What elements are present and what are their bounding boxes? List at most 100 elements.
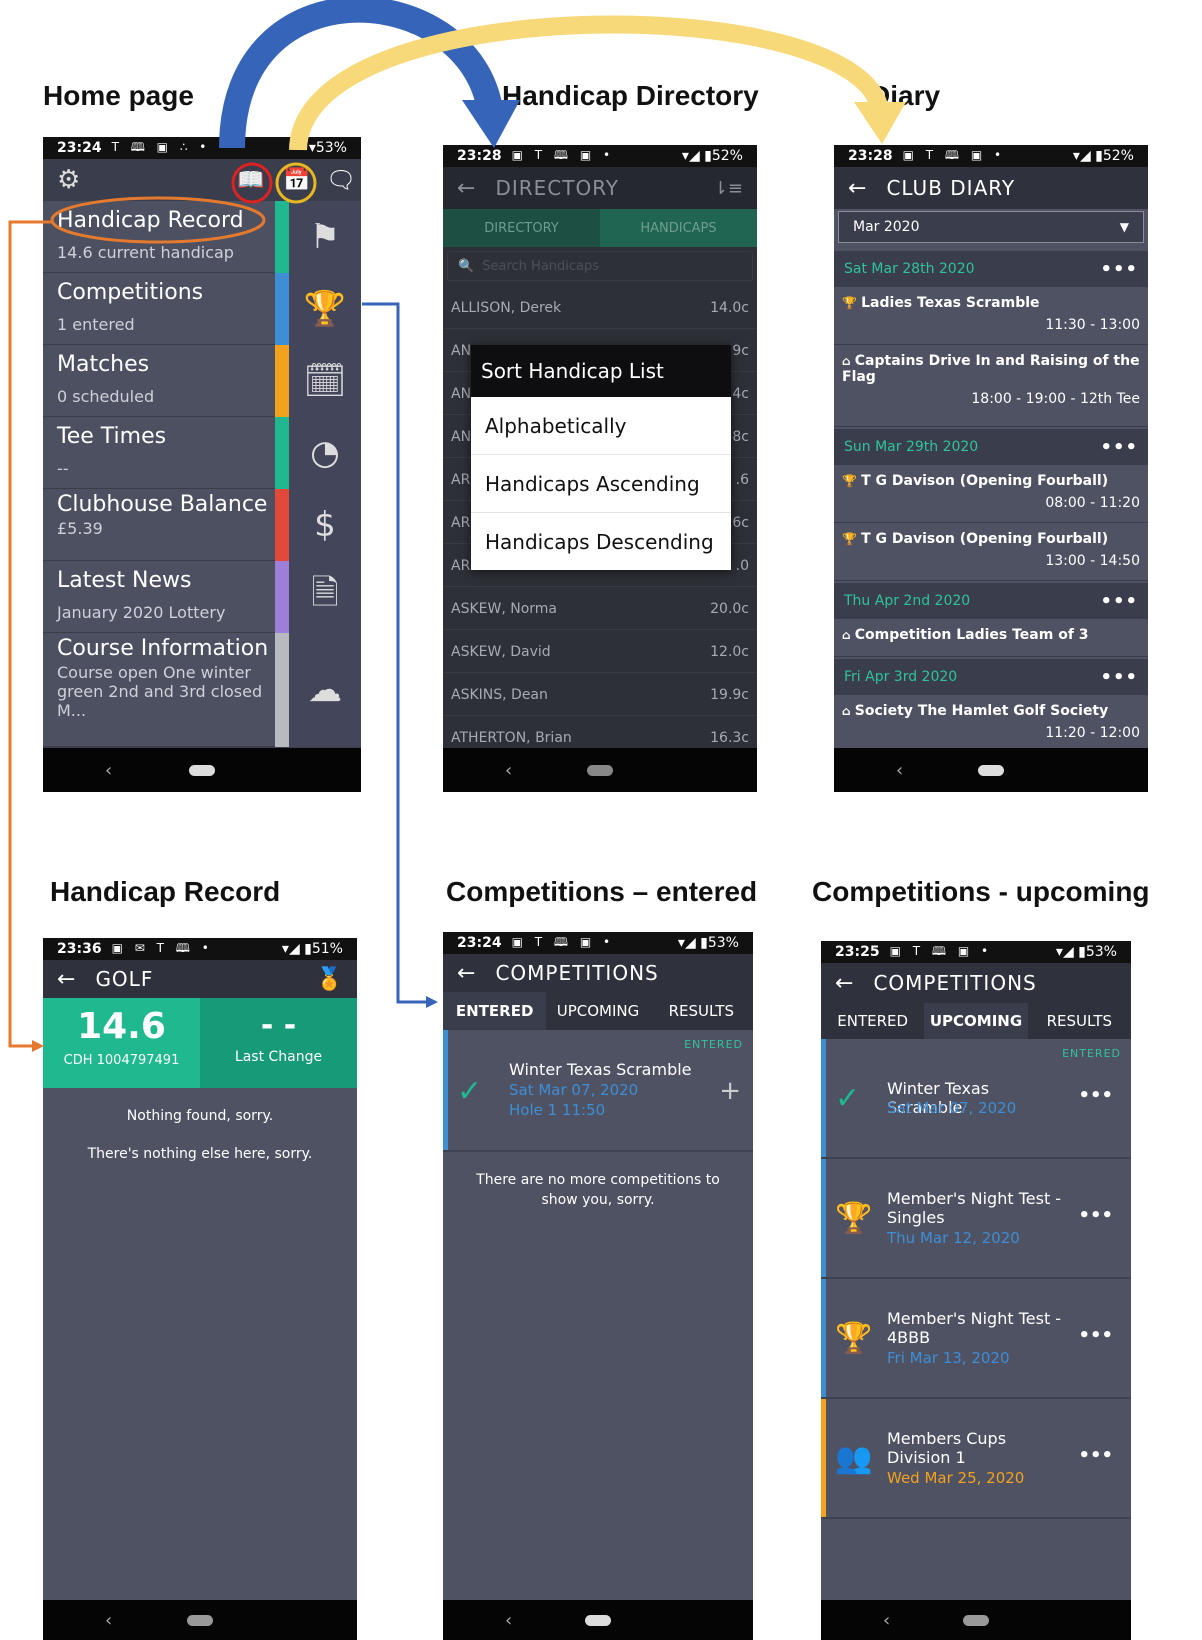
caption-record: Handicap Record bbox=[50, 876, 281, 907]
home-nav-pill[interactable] bbox=[963, 1614, 989, 1626]
home-nav-pill[interactable] bbox=[978, 764, 1004, 776]
more-options-icon[interactable]: ••• bbox=[1078, 1205, 1113, 1226]
caption-home: Home page bbox=[43, 80, 194, 111]
flag-icon[interactable]: ⚑ bbox=[289, 201, 361, 274]
diary-calendar-icon[interactable]: 📅 bbox=[283, 168, 310, 193]
home-tile[interactable]: Competitions 1 entered bbox=[43, 273, 275, 345]
record-screen: 23:36 ▣ ✉ T 🕮 • ▾◢ ▮51% ← GOLF 🏅 14.6 CD… bbox=[43, 938, 357, 1640]
more-options-icon[interactable]: ••• bbox=[1100, 591, 1138, 612]
home-nav-pill[interactable] bbox=[187, 1614, 213, 1626]
blue-connector-arrowhead-icon bbox=[426, 996, 438, 1008]
diary-event[interactable]: 🏆 T G Davison (Opening Fourball) 08:00 - … bbox=[834, 467, 1148, 523]
handicap-row[interactable]: ASKEW, David 12.0c bbox=[443, 631, 757, 673]
status-time: 23:24 bbox=[57, 140, 102, 156]
sort-icon[interactable]: ⇂≡ bbox=[713, 178, 743, 199]
sort-handicaps-ascending[interactable]: Handicaps Ascending bbox=[471, 455, 731, 513]
tab-upcoming[interactable]: UPCOMING bbox=[924, 1003, 1028, 1039]
more-options-icon[interactable]: ••• bbox=[1078, 1325, 1113, 1346]
status-icons: ▣ T 🕮 ▣ • bbox=[511, 934, 615, 949]
home-tile[interactable]: Course Information Course open One winter… bbox=[43, 633, 275, 747]
more-options-icon[interactable]: ••• bbox=[1100, 667, 1138, 688]
tile-subtitle: January 2020 Lottery bbox=[57, 603, 226, 622]
gear-icon[interactable]: ⚙ bbox=[57, 165, 80, 195]
tab-entered[interactable]: ENTERED bbox=[443, 992, 547, 1030]
back-nav-icon[interactable]: ‹ bbox=[105, 760, 112, 781]
tile-color-stripe bbox=[275, 561, 289, 633]
money-bag-icon[interactable]: $ bbox=[289, 489, 361, 562]
home-nav-pill[interactable] bbox=[189, 764, 215, 776]
tab-entered[interactable]: ENTERED bbox=[821, 1003, 924, 1039]
handicap-row[interactable]: ASKEW, Norma 20.0c bbox=[443, 588, 757, 630]
competition-item[interactable]: ENTERED ✓ Winter Texas Scramble Sat Mar 07,… bbox=[821, 1039, 1131, 1159]
handicap-row[interactable]: ASKINS, Dean 19.9c bbox=[443, 674, 757, 716]
month-select[interactable]: Mar 2020 ▼ bbox=[838, 211, 1144, 243]
nav-bar: ‹ bbox=[43, 748, 361, 792]
comp-entered-screen: 23:24 ▣ T 🕮 ▣ • ▾◢ ▮53% ← COMPETITIONS E… bbox=[443, 932, 753, 1640]
empty-message-2: There's nothing else here, sorry. bbox=[87, 1146, 313, 1162]
home-icon: ⌂ bbox=[842, 354, 855, 368]
more-options-icon[interactable]: ••• bbox=[1078, 1445, 1113, 1466]
diary-event[interactable]: ⌂ Competition Ladies Team of 3 bbox=[834, 621, 1148, 657]
empty-message-1: Nothing found, sorry. bbox=[126, 1108, 274, 1124]
competition-item[interactable]: ENTERED ✓ Winter Texas Scramble Sat Mar … bbox=[443, 1030, 753, 1152]
diary-event-time: 13:00 - 14:50 bbox=[1045, 553, 1140, 569]
competition-item[interactable]: 👥 Members Cups Division 1 Wed Mar 25, 2020… bbox=[821, 1399, 1131, 1519]
diary-event[interactable]: ⌂ Captains Drive In and Raising of the F… bbox=[834, 347, 1148, 427]
diary-date: Thu Apr 2nd 2020 bbox=[844, 593, 971, 609]
diary-event-time: 11:30 - 13:00 bbox=[1045, 317, 1140, 333]
diary-event[interactable]: 🏆 Ladies Texas Scramble 11:30 - 13:00 bbox=[834, 289, 1148, 345]
home-tile[interactable]: Handicap Record 14.6 current handicap bbox=[43, 201, 275, 273]
comp-tabs: ENTERED UPCOMING RESULTS bbox=[821, 1003, 1131, 1039]
home-nav-pill[interactable] bbox=[587, 764, 613, 776]
cloud-icon[interactable]: ☁ bbox=[289, 633, 361, 748]
home-screen: 23:24 T 🕮 ▣ ∴ • ▾53% ⚙ 📖 📅 🗨 Handicap Re… bbox=[43, 137, 361, 792]
back-arrow-icon[interactable]: ← bbox=[835, 971, 853, 996]
calendar-icon[interactable]: 🗓 bbox=[289, 345, 361, 418]
back-nav-icon[interactable]: ‹ bbox=[896, 760, 903, 781]
tab-results[interactable]: RESULTS bbox=[650, 992, 753, 1030]
record-header: ← GOLF 🏅 bbox=[43, 960, 357, 998]
messages-icon[interactable]: 🗨 bbox=[326, 166, 356, 194]
sort-alphabetically[interactable]: Alphabetically bbox=[471, 397, 731, 455]
more-options-icon[interactable]: ••• bbox=[1078, 1085, 1113, 1106]
trophy-icon[interactable]: 🏆 bbox=[289, 273, 361, 346]
status-bar: 23:24 ▣ T 🕮 ▣ • ▾◢ ▮53% bbox=[443, 932, 753, 954]
tab-directory[interactable]: DIRECTORY bbox=[443, 209, 600, 247]
back-arrow-icon[interactable]: ← bbox=[457, 961, 475, 986]
diary-event[interactable]: 🏆 T G Davison (Opening Fourball) 13:00 - … bbox=[834, 525, 1148, 581]
home-tile[interactable]: Tee Times -- bbox=[43, 417, 275, 489]
more-options-icon[interactable]: ••• bbox=[1100, 259, 1138, 280]
tile-color-stripe bbox=[275, 273, 289, 345]
home-tile[interactable]: Clubhouse Balance £5.39 bbox=[43, 489, 275, 561]
back-arrow-icon[interactable]: ← bbox=[457, 176, 475, 201]
sort-handicaps-descending[interactable]: Handicaps Descending bbox=[471, 513, 731, 570]
back-nav-icon[interactable]: ‹ bbox=[105, 1610, 112, 1631]
back-nav-icon[interactable]: ‹ bbox=[883, 1610, 890, 1631]
handicap-book-icon[interactable]: 📖 bbox=[237, 168, 264, 193]
tab-handicaps[interactable]: HANDICAPS bbox=[600, 209, 757, 247]
competition-name: Member's Night Test - Singles bbox=[887, 1189, 1062, 1227]
home-tile[interactable]: Latest News January 2020 Lottery bbox=[43, 561, 275, 633]
home-tile[interactable]: Matches 0 scheduled bbox=[43, 345, 275, 417]
status-bar-stripe bbox=[821, 1399, 826, 1517]
nav-bar: ‹ bbox=[834, 748, 1148, 792]
tab-upcoming[interactable]: UPCOMING bbox=[546, 992, 649, 1030]
back-arrow-icon[interactable]: ← bbox=[57, 967, 75, 992]
search-input[interactable]: 🔍 Search Handicaps bbox=[447, 251, 753, 281]
document-icon[interactable]: 🗎 bbox=[289, 561, 361, 634]
plus-icon[interactable]: + bbox=[719, 1076, 741, 1106]
more-options-icon[interactable]: ••• bbox=[1100, 437, 1138, 458]
back-nav-icon[interactable]: ‹ bbox=[505, 1610, 512, 1631]
tab-results[interactable]: RESULTS bbox=[1028, 1003, 1131, 1039]
diary-date: Fri Apr 3rd 2020 bbox=[844, 669, 958, 685]
back-arrow-icon[interactable]: ← bbox=[848, 176, 866, 201]
diary-event-title: ⌂ Captains Drive In and Raising of the F… bbox=[842, 353, 1140, 385]
home-nav-pill[interactable] bbox=[585, 1614, 611, 1626]
back-nav-icon[interactable]: ‹ bbox=[505, 760, 512, 781]
clock-icon[interactable]: ◔ bbox=[289, 417, 361, 490]
competition-item[interactable]: 🏆 Member's Night Test - 4BBB Fri Mar 13, 2… bbox=[821, 1279, 1131, 1399]
competition-item[interactable]: 🏆 Member's Night Test - Singles Thu Mar 12… bbox=[821, 1159, 1131, 1279]
handicap-row[interactable]: ALLISON, Derek 14.0c bbox=[443, 287, 757, 329]
diary-event[interactable]: ⌂ Society The Hamlet Golf Society 11:20 -… bbox=[834, 697, 1148, 753]
status-battery: ▾◢ ▮51% bbox=[281, 941, 343, 957]
